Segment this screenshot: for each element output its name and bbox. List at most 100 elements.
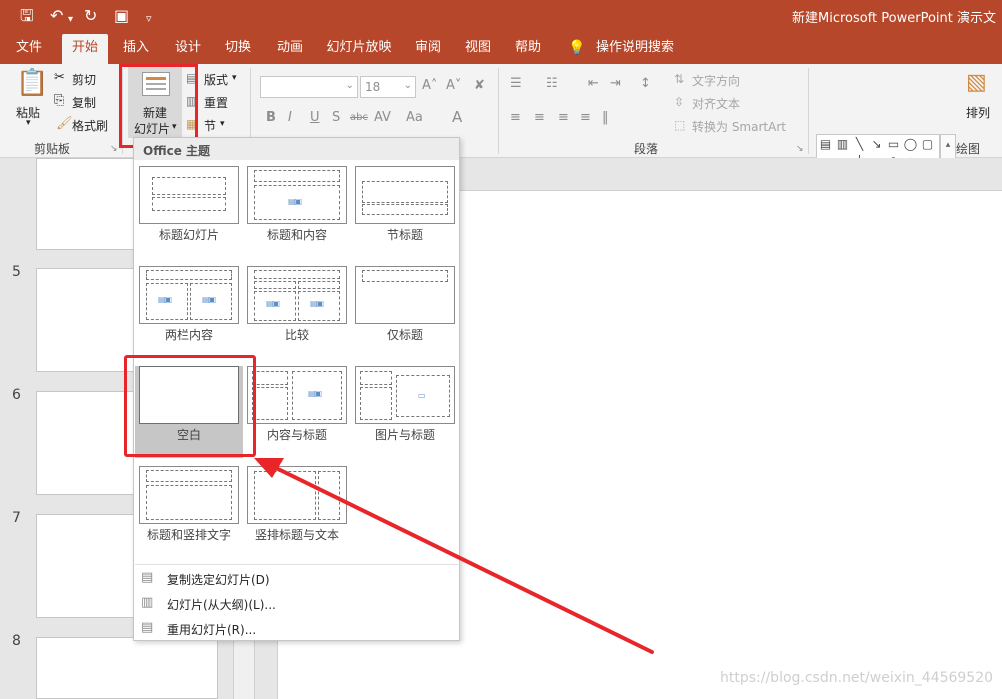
- layout-title-slide[interactable]: 标题幻灯片: [135, 166, 243, 258]
- layout-title-vertical-text[interactable]: 标题和竖排文字: [135, 466, 243, 558]
- text-direction-icon: ⇅: [674, 72, 685, 86]
- picture-icon: ▭: [418, 391, 426, 400]
- lightbulb-icon: 💡: [568, 40, 586, 56]
- slide-number: 7: [12, 510, 21, 526]
- layout-name: 竖排标题与文本: [254, 528, 339, 542]
- tab-design[interactable]: 设计: [166, 34, 210, 64]
- slide-thumbnail[interactable]: [36, 637, 218, 699]
- font-size-combo[interactable]: 18 ⌄: [360, 76, 416, 98]
- cut-icon: ✂: [54, 70, 65, 85]
- columns-icon[interactable]: ‖: [602, 110, 609, 125]
- tab-slideshow[interactable]: 幻灯片放映: [322, 34, 396, 64]
- decrease-indent-icon[interactable]: ⇤: [588, 76, 599, 91]
- align-text-button[interactable]: 对齐文本: [692, 95, 740, 112]
- save-icon[interactable]: 🖫: [20, 6, 34, 26]
- bold-button[interactable]: B: [266, 110, 276, 125]
- layout-picture-caption[interactable]: ▭ 图片与标题: [351, 366, 459, 458]
- rounded-rect-icon[interactable]: ▢: [919, 135, 936, 153]
- clear-format-icon[interactable]: ✘: [474, 78, 485, 93]
- format-painter-button[interactable]: 格式刷: [72, 117, 108, 134]
- layout-name: 图片与标题: [374, 428, 435, 442]
- font-name-combo[interactable]: ⌄: [260, 76, 358, 98]
- text-direction-button[interactable]: 文字方向: [692, 72, 740, 89]
- tab-help[interactable]: 帮助: [506, 34, 550, 64]
- strikethrough-button[interactable]: abc: [350, 112, 368, 123]
- layout-name: 节标题: [386, 228, 423, 242]
- layout-section-header[interactable]: 节标题: [351, 166, 459, 258]
- group-label-paragraph: 段落: [634, 142, 659, 156]
- numbering-icon[interactable]: ☷: [546, 76, 558, 91]
- convert-smartart-button[interactable]: 转换为 SmartArt: [692, 118, 786, 135]
- arrow-line-icon[interactable]: ↘: [868, 135, 885, 153]
- chevron-down-icon: ⌄: [403, 80, 412, 91]
- vertical-textbox-icon[interactable]: ▥: [834, 135, 851, 153]
- undo-dropdown-icon[interactable]: ▾: [68, 10, 73, 30]
- tab-file[interactable]: 文件: [6, 34, 52, 64]
- chevron-down-icon: ⌄: [345, 80, 354, 91]
- line-spacing-icon[interactable]: ↕: [640, 76, 651, 91]
- reset-button[interactable]: 重置: [204, 94, 228, 111]
- dialog-launcher-icon[interactable]: ↘: [796, 144, 804, 154]
- duplicate-slides-command[interactable]: ▤ 复制选定幻灯片(D): [134, 566, 459, 591]
- rectangle-shape-icon[interactable]: ▭: [885, 135, 902, 153]
- redo-icon[interactable]: ↻: [84, 6, 97, 26]
- dialog-launcher-icon[interactable]: ↘: [110, 144, 118, 154]
- shrink-font-icon[interactable]: A˅: [446, 78, 461, 93]
- tab-transitions[interactable]: 切换: [216, 34, 260, 64]
- tell-me-search[interactable]: 操作说明搜索: [592, 34, 678, 64]
- layout-title-content[interactable]: ▤▣ 标题和内容: [243, 166, 351, 258]
- layout-preview: [139, 466, 239, 524]
- layout-content-caption[interactable]: ▤▣ 内容与标题: [243, 366, 351, 458]
- layout-name: 标题和竖排文字: [146, 528, 231, 542]
- ribbon-tabs: 文件 开始 插入 设计 切换 动画 幻灯片放映 审阅 视图 帮助 💡 操作说明搜…: [0, 34, 1002, 64]
- copy-button[interactable]: 复制: [72, 94, 96, 111]
- italic-button[interactable]: I: [288, 110, 292, 125]
- tab-insert[interactable]: 插入: [114, 34, 158, 64]
- layout-comparison[interactable]: ▤▣ ▤▣ 比较: [243, 266, 351, 358]
- format-painter-icon: 🖌: [56, 116, 73, 131]
- oval-shape-icon[interactable]: ◯: [902, 135, 919, 153]
- paste-icon[interactable]: 📋: [16, 68, 48, 98]
- justify-icon[interactable]: ≡: [580, 110, 591, 125]
- grow-font-icon[interactable]: A˄: [422, 78, 437, 93]
- textbox-shape-icon[interactable]: ▤: [817, 135, 834, 153]
- paste-dropdown-icon[interactable]: ▾: [26, 118, 31, 128]
- content-icons: ▤▣: [266, 299, 280, 308]
- tab-home[interactable]: 开始: [62, 34, 108, 64]
- align-left-icon[interactable]: ≡: [510, 110, 521, 125]
- char-spacing-button[interactable]: AV: [374, 110, 391, 125]
- change-case-button[interactable]: Aa: [406, 110, 423, 125]
- command-label: 复制选定幻灯片(D): [167, 573, 270, 587]
- underline-button[interactable]: U: [310, 110, 320, 125]
- section-button[interactable]: 节: [204, 117, 216, 134]
- cut-button[interactable]: 剪切: [72, 71, 96, 88]
- tab-animations[interactable]: 动画: [268, 34, 312, 64]
- line-shape-icon[interactable]: ╲: [851, 135, 868, 153]
- shadow-button[interactable]: S: [332, 110, 340, 125]
- present-from-start-icon[interactable]: ▣: [114, 6, 129, 26]
- command-label: 重用幻灯片(R)...: [167, 623, 257, 637]
- slide-number: 8: [12, 633, 21, 649]
- title-bar: 🖫 ↶ ▾ ↻ ▣ ▿ 新建Microsoft PowerPoint 演示文: [0, 0, 1002, 34]
- tab-review[interactable]: 审阅: [406, 34, 450, 64]
- arrange-button[interactable]: 排列: [966, 104, 990, 121]
- layout-name: 标题幻灯片: [158, 228, 219, 242]
- align-right-icon[interactable]: ≡: [558, 110, 569, 125]
- align-center-icon[interactable]: ≡: [534, 110, 545, 125]
- customize-qat-icon[interactable]: ▿: [146, 9, 152, 29]
- tab-view[interactable]: 视图: [456, 34, 500, 64]
- bullets-icon[interactable]: ☰: [510, 76, 522, 91]
- layout-two-content[interactable]: ▤▣ ▤▣ 两栏内容: [135, 266, 243, 358]
- layout-vertical-title-text[interactable]: 竖排标题与文本: [243, 466, 351, 558]
- theme-name: Office 主题: [143, 144, 211, 158]
- layout-preview: [139, 166, 239, 224]
- chevron-up-icon[interactable]: ▴: [941, 135, 955, 155]
- layout-title-only[interactable]: 仅标题: [351, 266, 459, 358]
- layout-button[interactable]: 版式: [204, 71, 228, 88]
- increase-indent-icon[interactable]: ⇥: [610, 76, 621, 91]
- slides-from-outline-command[interactable]: ▥ 幻灯片(从大纲)(L)...: [134, 591, 459, 616]
- font-color-button[interactable]: A: [452, 108, 462, 126]
- reuse-slides-command[interactable]: ▤ 重用幻灯片(R)...: [134, 616, 459, 641]
- undo-icon[interactable]: ↶: [50, 6, 63, 26]
- watermark: https://blog.csdn.net/weixin_44569520: [720, 670, 994, 686]
